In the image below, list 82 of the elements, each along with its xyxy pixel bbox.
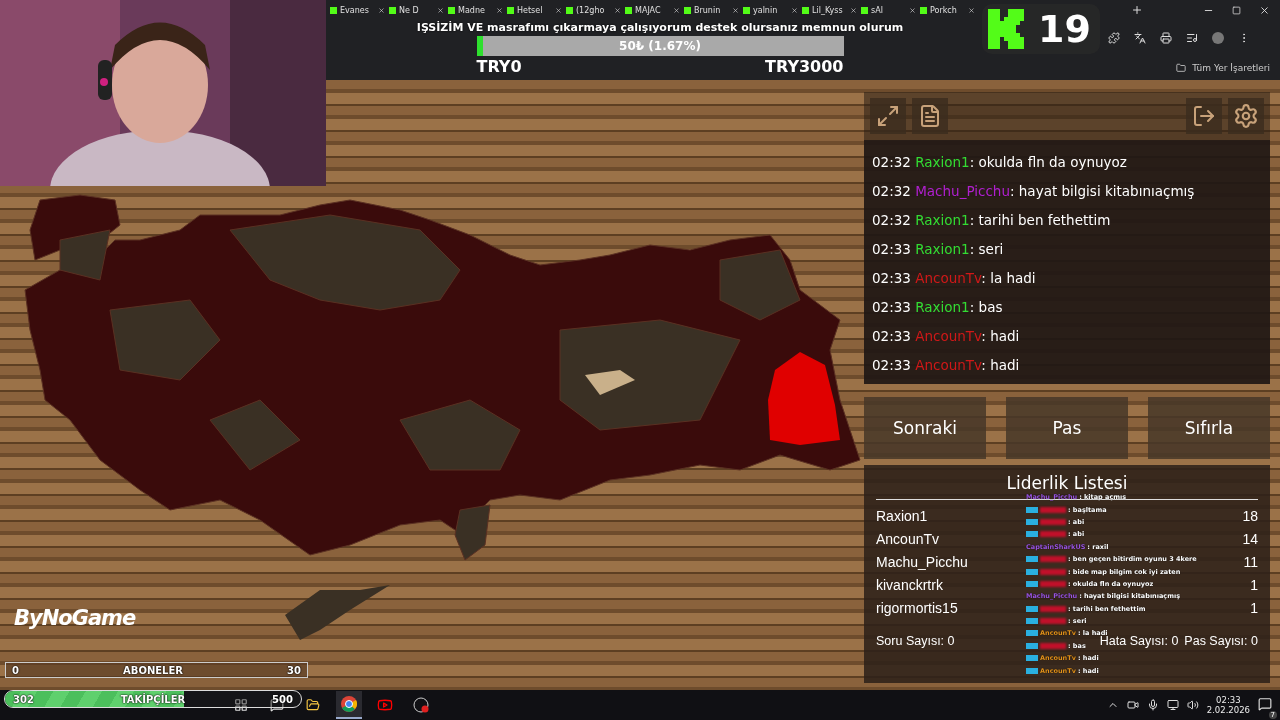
settings-button[interactable] <box>1228 98 1264 134</box>
browser-button[interactable] <box>336 691 362 719</box>
exit-button[interactable] <box>1186 98 1222 134</box>
browser-tab[interactable]: Porkch <box>918 1 977 19</box>
notification-icon[interactable] <box>1258 696 1272 711</box>
play-icon <box>377 697 393 713</box>
player-score: 11 <box>1243 553 1258 570</box>
exit-icon <box>1192 104 1216 128</box>
donation-bar: 50₺ (1.67%) <box>476 36 844 56</box>
donation-title: IŞSİZİM VE masrafımı çıkarmaya çalışıyorum destek olursanız memnun olurum <box>416 21 904 34</box>
clock-time[interactable]: 02:33 <box>1216 695 1241 705</box>
browser-tab[interactable]: Hetsel <box>505 1 564 19</box>
close-icon[interactable] <box>614 6 621 14</box>
player-name: AncounTv <box>876 530 940 547</box>
browser-tab[interactable]: MAJAC <box>623 1 682 19</box>
donation-min: TRY0 <box>476 57 522 76</box>
camera-icon[interactable] <box>1126 699 1139 711</box>
player-score: 1 <box>1250 576 1258 593</box>
volume-icon[interactable] <box>1186 699 1199 711</box>
player-name: Machu_Picchu <box>876 553 968 570</box>
player-score: 1 <box>1250 599 1258 616</box>
close-icon[interactable] <box>378 6 385 14</box>
browser-tab[interactable]: Brunin <box>682 1 741 19</box>
game-button[interactable]: Sonraki <box>864 397 986 459</box>
document-icon <box>918 104 942 128</box>
close-icon[interactable] <box>1259 4 1270 16</box>
clock-date[interactable]: 2.02.2026 <box>1206 705 1250 715</box>
player-score: 18 <box>1242 507 1258 524</box>
folder-icon <box>306 698 320 712</box>
stat-label: Soru Sayısı: 0 <box>876 633 955 648</box>
settings-icon <box>1233 103 1259 129</box>
close-icon[interactable] <box>791 6 798 14</box>
chat-message: 02:32 Machu_Picchu: hayat bilgisi kitabınıaçmış <box>872 182 1196 201</box>
maximize-icon[interactable] <box>1232 5 1241 15</box>
playlist-icon[interactable] <box>1186 32 1198 44</box>
close-icon[interactable] <box>496 6 503 14</box>
chat-message: 02:33 AncounTv: la hadi <box>872 269 1037 288</box>
folder-icon <box>1176 63 1187 73</box>
chat-message: 02:32 Raxion1: tarihi ben fethettim <box>872 211 1112 230</box>
player-score: 14 <box>1242 530 1258 547</box>
close-icon[interactable] <box>673 6 680 14</box>
avatar-icon[interactable] <box>1212 32 1224 44</box>
browser-tab[interactable]: sAl <box>859 1 918 19</box>
printer-icon[interactable] <box>1160 32 1172 44</box>
donation-max: TRY3000 <box>765 57 844 76</box>
close-icon[interactable] <box>909 6 916 14</box>
player-name: rigormortis15 <box>876 599 958 616</box>
chat-message: 02:33 Raxion1: seri <box>872 240 1005 259</box>
grid-icon <box>234 698 248 712</box>
game-button[interactable]: Pas <box>1006 397 1128 459</box>
close-icon[interactable] <box>437 6 444 14</box>
notes-button[interactable] <box>912 98 948 134</box>
browser-tab[interactable]: yalnin <box>741 1 800 19</box>
close-icon[interactable] <box>555 6 562 14</box>
viewer-badge: 19 <box>982 4 1100 54</box>
new-tab-icon[interactable] <box>1131 4 1143 16</box>
stat-label: Pas Sayısı: 0 <box>1184 633 1258 648</box>
bookmarks-link[interactable]: Tüm Yer İşaretleri <box>1192 63 1270 73</box>
subscriber-bar: 0 ABONELER 30 <box>5 662 308 678</box>
channel-logo: ByNoGame <box>14 606 136 630</box>
browser-tab[interactable]: Evanes <box>328 1 387 19</box>
chat-message: 02:33 Raxion1: bas <box>872 298 1004 317</box>
microphone-icon[interactable] <box>1146 699 1159 711</box>
player-name: kivanckrtrk <box>876 576 943 593</box>
close-icon[interactable] <box>968 6 975 14</box>
puzzle-icon[interactable] <box>1108 32 1120 44</box>
browser-tab[interactable]: (12gho <box>564 1 623 19</box>
translate-icon[interactable] <box>1134 32 1146 44</box>
close-icon[interactable] <box>850 6 857 14</box>
browser-icon <box>341 696 357 712</box>
chat-message: 02:33 AncounTv: hadi <box>872 327 1021 346</box>
expand-icon <box>876 104 900 128</box>
game-button[interactable]: Sıfırla <box>1148 397 1270 459</box>
browser-tab[interactable]: Ne D <box>387 1 446 19</box>
record-icon <box>413 697 429 713</box>
fullscreen-button[interactable] <box>870 98 906 134</box>
close-icon[interactable] <box>732 6 739 14</box>
browser-tab[interactable]: Madne <box>446 1 505 19</box>
chat-message: 02:33 AncounTv: hadi <box>872 356 1021 375</box>
player-name: Raxion1 <box>876 507 928 524</box>
browser-tab[interactable]: Lil_Kyss <box>800 1 859 19</box>
chat-message: 02:32 Raxion1: okulda fln da oynuyoz <box>872 153 1128 172</box>
